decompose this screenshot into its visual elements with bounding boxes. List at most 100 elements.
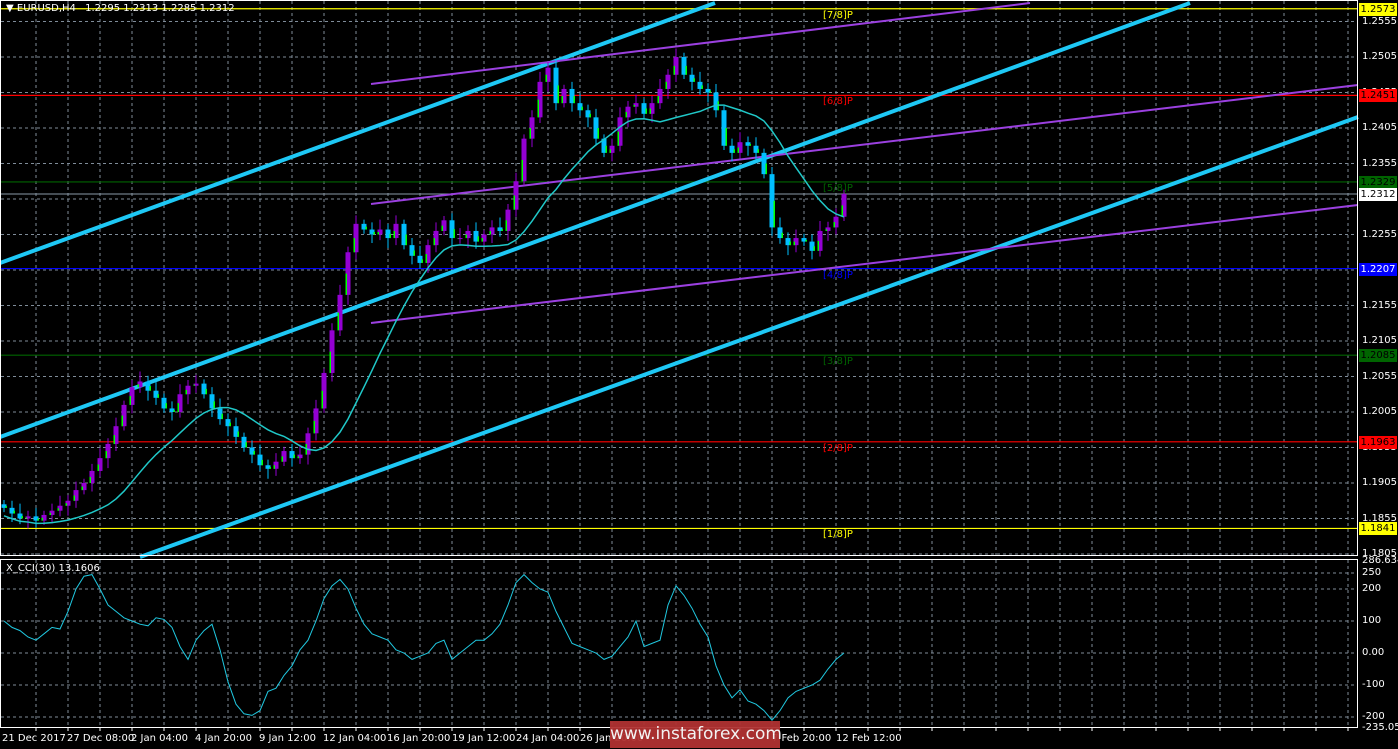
- candle-accent: [501, 229, 503, 231]
- price-tick-label: 1.2105: [1362, 335, 1397, 346]
- cci-line: [3, 573, 845, 721]
- candle-accent: [245, 442, 247, 448]
- candle-accent: [813, 246, 815, 251]
- candle-accent: [193, 384, 195, 386]
- candle-accent: [293, 454, 295, 459]
- candle-accent: [269, 467, 271, 469]
- candle-accent: [433, 238, 435, 246]
- price-tick-label: 1.2155: [1362, 299, 1397, 311]
- candle-accent: [529, 128, 531, 139]
- candle-accent: [37, 518, 39, 521]
- chart-title: ▼ EURUSD,H4 1.2295 1.2313 1.2285 1.2312: [6, 3, 235, 14]
- candle-accent: [173, 410, 175, 412]
- watermark: www.instaforex.com: [610, 721, 782, 748]
- murrey-level-label: [6/8]P: [823, 96, 853, 108]
- price-tick-label: 1.1905: [1362, 477, 1397, 488]
- price-tick-label: 1.2055: [1362, 370, 1397, 382]
- trend-lines[interactable]: [0, 1, 1359, 559]
- candle-accent: [693, 78, 695, 82]
- candle-accent: [581, 106, 583, 111]
- cci-tick-label: 286.6347: [1362, 555, 1398, 567]
- price-tick-label: 1.2405: [1362, 122, 1397, 133]
- candle-accent: [165, 403, 167, 409]
- candle-accent: [605, 145, 607, 153]
- candle-accent: [377, 232, 379, 235]
- candle-accent: [665, 81, 667, 89]
- candle-accent: [281, 456, 283, 462]
- candle-accent: [789, 241, 791, 246]
- candle-accent: [373, 232, 375, 235]
- cci-tick-label: 100: [1362, 615, 1382, 626]
- candle-accent: [329, 351, 331, 373]
- cci-indicator-title: X_CCI(30) 13.1606: [6, 563, 100, 574]
- candle-accent: [725, 128, 727, 146]
- candle-accent: [685, 65, 687, 75]
- candle-accent: [805, 239, 807, 242]
- candle-accent: [441, 225, 443, 231]
- price-tick-label: 1.2255: [1362, 228, 1397, 240]
- moving-average-line: [3, 104, 845, 525]
- candle-accent: [205, 388, 207, 395]
- channel-line-lower[interactable]: [139, 115, 1359, 559]
- price-tick-label: 1.2555: [1362, 15, 1397, 27]
- murrey-level-label: [4/8]P: [823, 269, 853, 281]
- murrey-level-label: [2/8]P: [823, 442, 853, 454]
- candle-accent: [757, 149, 759, 153]
- candle-accent: [617, 131, 619, 146]
- time-tick-label: 16 Jan 20:00: [387, 733, 451, 744]
- level-lines: [1, 8, 1358, 530]
- candle-accent: [261, 459, 263, 466]
- channel-line-middle[interactable]: [0, 1, 1191, 439]
- candle-accent: [253, 451, 255, 455]
- candle-accent: [749, 143, 751, 146]
- candle-accent: [477, 236, 479, 242]
- candle-accent: [21, 516, 23, 519]
- candle-accent: [229, 422, 231, 427]
- time-tick-label: 9 Jan 12:00: [259, 733, 316, 744]
- level-price-marker: 1.2085: [1359, 349, 1397, 363]
- candle-accent: [177, 403, 179, 412]
- purple-line-middle[interactable]: [370, 84, 1359, 205]
- candle-accent: [465, 234, 467, 239]
- menu-triangle-icon[interactable]: ▼: [6, 3, 14, 14]
- candle-accent: [157, 394, 159, 398]
- candle-accent: [337, 312, 339, 331]
- candle-accent: [389, 233, 391, 239]
- level-price-marker: 1.2573: [1359, 2, 1397, 16]
- candle-accent: [701, 85, 703, 89]
- candle-accent: [633, 104, 635, 107]
- candle-accent: [129, 396, 131, 405]
- candle-accent: [345, 273, 347, 295]
- candle-accent: [185, 389, 187, 395]
- time-tick-label: 2 Jan 04:00: [131, 733, 188, 744]
- candle-accent: [521, 159, 523, 182]
- candle-accent: [645, 108, 647, 114]
- cci-tick-label: 250: [1362, 567, 1382, 578]
- level-price-marker: 1.2329: [1359, 175, 1397, 189]
- candle-accent: [545, 74, 547, 82]
- symbol-label: EURUSD,H4: [16, 3, 76, 14]
- level-price-marker: 1.2451: [1359, 89, 1397, 103]
- candle-accent: [781, 232, 783, 239]
- candle-accent: [237, 431, 239, 437]
- candle-accent: [273, 465, 275, 469]
- candle-accent: [557, 85, 559, 104]
- candle-accent: [137, 384, 139, 388]
- candle-accent: [625, 112, 627, 118]
- candle-accent: [817, 240, 819, 251]
- purple-line-upper[interactable]: [370, 2, 1031, 85]
- candle-accent: [573, 96, 575, 104]
- time-tick-label: 12 Jan 04:00: [323, 733, 387, 744]
- cci-tick-label: -235.0531: [1362, 722, 1398, 734]
- ohlc-values: 1.2295 1.2313 1.2285 1.2312: [85, 3, 235, 14]
- candle-accent: [405, 234, 407, 246]
- level-price-marker: 1.2207: [1359, 262, 1397, 276]
- candle-accent: [105, 451, 107, 459]
- candle-accent: [765, 163, 767, 175]
- candle-accent: [149, 386, 151, 391]
- cci-tick-label: 200: [1362, 583, 1382, 594]
- candle-accent: [825, 229, 827, 231]
- chart-canvas[interactable]: [0, 0, 1398, 749]
- murrey-level-label: [5/8]P: [823, 182, 853, 194]
- candle-accent: [113, 435, 115, 444]
